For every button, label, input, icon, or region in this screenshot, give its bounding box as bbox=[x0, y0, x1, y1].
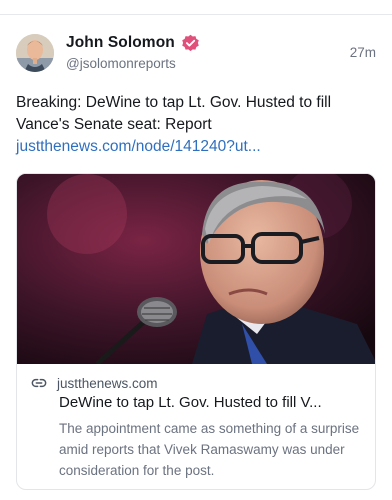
link-preview-card[interactable]: justthenews.com DeWine to tap Lt. Gov. H… bbox=[16, 173, 376, 490]
link-card-body: justthenews.com DeWine to tap Lt. Gov. H… bbox=[17, 364, 375, 489]
link-card-description: The appointment came as something of a s… bbox=[59, 421, 360, 478]
author-name[interactable]: John Solomon bbox=[66, 34, 175, 52]
link-card-domain: justthenews.com bbox=[57, 375, 158, 391]
link-card-title[interactable]: DeWine to tap Lt. Gov. Husted to fill V.… bbox=[59, 394, 365, 411]
post-link[interactable]: justthenews.com/node/141240?ut... bbox=[16, 136, 378, 158]
post-body-text: Breaking: DeWine to tap Lt. Gov. Husted … bbox=[16, 94, 332, 133]
news-photo-image bbox=[17, 174, 375, 364]
link-domain-row: justthenews.com bbox=[31, 374, 158, 392]
author-avatar[interactable] bbox=[16, 34, 54, 72]
avatar-photo-icon bbox=[16, 34, 54, 72]
post-header: John Solomon @jsolomonreports 27m bbox=[16, 32, 376, 76]
post-timestamp[interactable]: 27m bbox=[350, 45, 376, 60]
link-icon bbox=[31, 375, 47, 391]
author-name-row: John Solomon bbox=[66, 32, 200, 54]
verified-badge-icon bbox=[181, 34, 200, 53]
author-handle[interactable]: @jsolomonreports bbox=[66, 56, 176, 71]
top-divider bbox=[0, 14, 392, 15]
